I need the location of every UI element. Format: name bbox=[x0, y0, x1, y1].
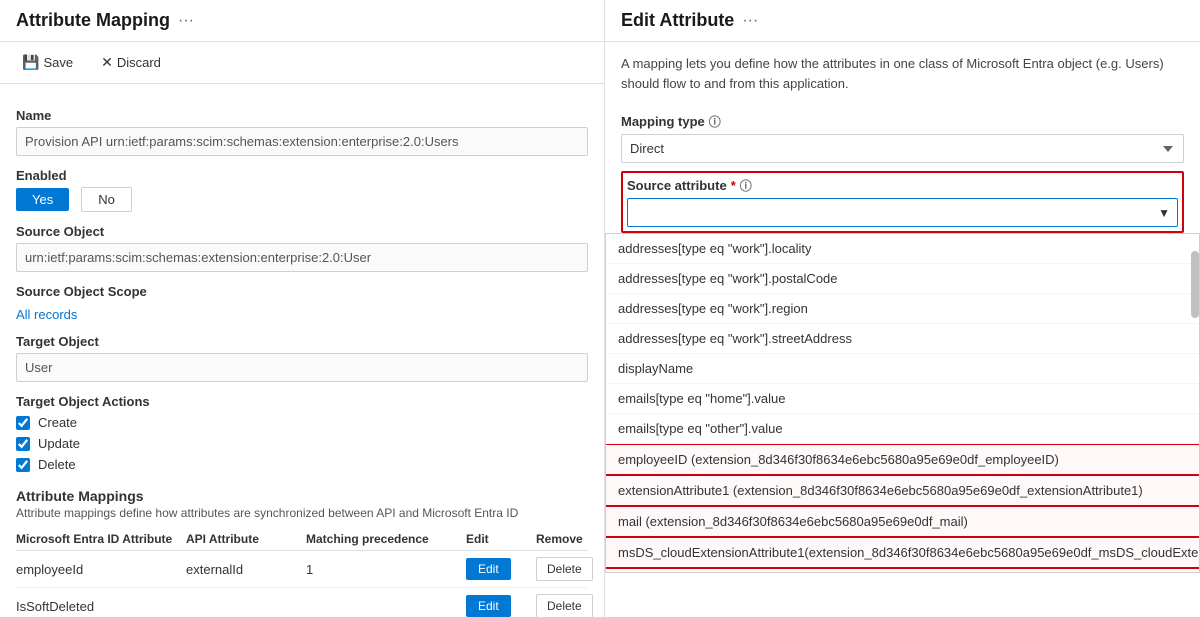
save-icon: 💾 bbox=[22, 54, 39, 71]
mapping-type-label-row: Mapping type ⓘ bbox=[621, 113, 1184, 130]
all-records-link[interactable]: All records bbox=[16, 307, 77, 322]
table-cell-entra-attr: employeeId bbox=[16, 562, 186, 577]
update-label: Update bbox=[38, 436, 80, 451]
source-attribute-container: Source attribute * ⓘ ▼ bbox=[621, 171, 1184, 233]
table-row: IsSoftDeleted Edit Delete bbox=[16, 588, 588, 617]
attribute-mappings-title: Attribute Mappings bbox=[16, 488, 588, 504]
table-row: employeeId externalId 1 Edit Delete bbox=[16, 551, 588, 588]
enabled-yes-button[interactable]: Yes bbox=[16, 188, 69, 211]
source-object-input[interactable] bbox=[16, 243, 588, 272]
source-object-scope-label: Source Object Scope bbox=[16, 284, 588, 299]
edit-row-button[interactable]: Edit bbox=[466, 595, 511, 617]
source-object-label: Source Object bbox=[16, 224, 588, 239]
source-attr-label-row: Source attribute * ⓘ bbox=[627, 177, 1178, 194]
required-indicator: * bbox=[731, 178, 736, 193]
dropdown-item[interactable]: employeeID (extension_8d346f30f8634e6ebc… bbox=[606, 444, 1199, 475]
create-checkbox[interactable] bbox=[16, 416, 30, 430]
create-checkbox-row: Create bbox=[16, 415, 588, 430]
delete-row-button[interactable]: Delete bbox=[536, 594, 593, 617]
dropdown-item[interactable]: mail (extension_8d346f30f8634e6ebc5680a9… bbox=[606, 506, 1199, 537]
col-remove: Remove bbox=[536, 532, 605, 546]
target-object-actions-label: Target Object Actions bbox=[16, 394, 588, 409]
mapping-type-info-icon[interactable]: ⓘ bbox=[709, 113, 721, 130]
target-object-input[interactable] bbox=[16, 353, 588, 382]
table-header: Microsoft Entra ID Attribute API Attribu… bbox=[16, 528, 588, 551]
attribute-mappings-desc: Attribute mappings define how attributes… bbox=[16, 506, 588, 520]
delete-checkbox[interactable] bbox=[16, 458, 30, 472]
left-panel: Attribute Mapping ··· 💾 Save ✕ Discard N… bbox=[0, 0, 605, 617]
enabled-toggle-row: Yes No bbox=[16, 187, 588, 212]
dropdown-item[interactable]: msDS_cloudExtensionAttribute1(extension_… bbox=[606, 537, 1199, 568]
source-attr-dropdown-list[interactable]: addresses[type eq "work"].localityaddres… bbox=[605, 233, 1200, 573]
right-dots-menu-icon[interactable]: ··· bbox=[742, 12, 758, 30]
discard-label: Discard bbox=[117, 55, 161, 70]
target-object-label: Target Object bbox=[16, 334, 588, 349]
mapping-type-label: Mapping type bbox=[621, 114, 705, 129]
col-entra-attr: Microsoft Entra ID Attribute bbox=[16, 532, 186, 546]
dropdown-item[interactable]: extensionAttribute1 (extension_8d346f30f… bbox=[606, 475, 1199, 506]
left-panel-title: Attribute Mapping bbox=[16, 10, 170, 31]
enabled-no-button[interactable]: No bbox=[81, 187, 132, 212]
update-checkbox-row: Update bbox=[16, 436, 588, 451]
dropdown-item[interactable]: addresses[type eq "work"].postalCode bbox=[606, 264, 1199, 294]
attribute-mapping-table: employeeId externalId 1 Edit Delete IsSo… bbox=[16, 551, 588, 617]
left-toolbar: 💾 Save ✕ Discard bbox=[0, 42, 604, 84]
discard-button[interactable]: ✕ Discard bbox=[95, 50, 167, 75]
table-cell-edit: Edit bbox=[466, 595, 536, 617]
dropdown-item[interactable]: addresses[type eq "work"].streetAddress bbox=[606, 324, 1199, 354]
col-edit: Edit bbox=[466, 532, 536, 546]
edit-row-button[interactable]: Edit bbox=[466, 558, 511, 580]
delete-label: Delete bbox=[38, 457, 76, 472]
mapping-type-select[interactable]: Direct bbox=[621, 134, 1184, 163]
right-title-bar: Edit Attribute ··· bbox=[605, 0, 1200, 42]
dropdown-item[interactable]: addresses[type eq "work"].region bbox=[606, 294, 1199, 324]
dropdown-item[interactable]: displayName bbox=[606, 354, 1199, 384]
table-cell-edit: Edit bbox=[466, 558, 536, 580]
table-cell-entra-attr: IsSoftDeleted bbox=[16, 599, 186, 614]
save-button[interactable]: 💾 Save bbox=[16, 50, 79, 75]
table-cell-matching: 1 bbox=[306, 562, 466, 577]
left-title-bar: Attribute Mapping ··· bbox=[0, 0, 604, 42]
source-attr-label-text: Source attribute bbox=[627, 178, 727, 193]
scrollbar-thumb[interactable] bbox=[1191, 251, 1199, 319]
dropdown-item[interactable]: emails[type eq "other"].value bbox=[606, 414, 1199, 444]
source-attr-select-wrapper: ▼ bbox=[627, 198, 1178, 227]
right-panel-title: Edit Attribute bbox=[621, 10, 734, 31]
left-form: Name Enabled Yes No Source Object Source… bbox=[0, 84, 604, 617]
source-attribute-select[interactable] bbox=[627, 198, 1178, 227]
create-label: Create bbox=[38, 415, 77, 430]
col-api-attr: API Attribute bbox=[186, 532, 306, 546]
dropdown-item[interactable]: msExchExtensionAttribute16 (extension_8d… bbox=[606, 568, 1199, 573]
table-cell-delete: Delete bbox=[536, 557, 605, 581]
name-label: Name bbox=[16, 108, 588, 123]
col-matching: Matching precedence bbox=[306, 532, 466, 546]
enabled-label: Enabled bbox=[16, 168, 588, 183]
name-input[interactable] bbox=[16, 127, 588, 156]
dropdown-item[interactable]: addresses[type eq "work"].locality bbox=[606, 234, 1199, 264]
delete-row-button[interactable]: Delete bbox=[536, 557, 593, 581]
discard-icon: ✕ bbox=[101, 54, 113, 71]
dropdown-item[interactable]: emails[type eq "home"].value bbox=[606, 384, 1199, 414]
left-dots-menu-icon[interactable]: ··· bbox=[178, 12, 194, 30]
table-cell-delete: Delete bbox=[536, 594, 605, 617]
right-description: A mapping lets you define how the attrib… bbox=[605, 42, 1200, 101]
right-form: Mapping type ⓘ Direct Source attribute *… bbox=[605, 101, 1200, 233]
source-attr-info-icon[interactable]: ⓘ bbox=[740, 177, 752, 194]
right-panel: Edit Attribute ··· A mapping lets you de… bbox=[605, 0, 1200, 617]
save-label: Save bbox=[43, 55, 73, 70]
table-cell-api-attr: externalId bbox=[186, 562, 306, 577]
update-checkbox[interactable] bbox=[16, 437, 30, 451]
delete-checkbox-row: Delete bbox=[16, 457, 588, 472]
